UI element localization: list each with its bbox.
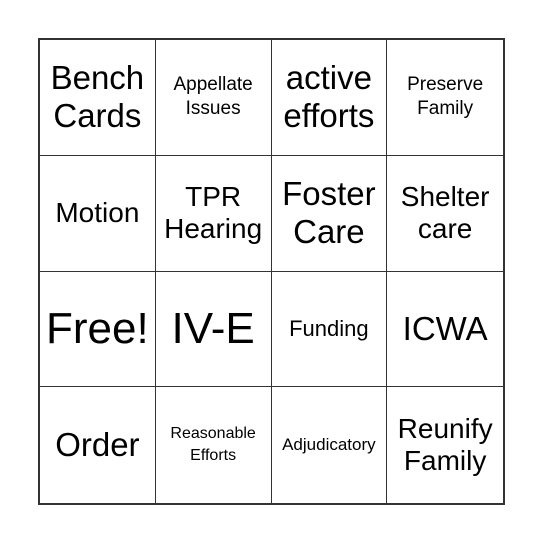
bingo-cell[interactable]: Appellate Issues xyxy=(155,40,272,156)
cell-label: Shelter care xyxy=(400,180,490,245)
bingo-cell[interactable]: ICWA xyxy=(387,272,503,388)
cell-label: Preserve Family xyxy=(407,73,484,120)
cell-label: Reasonable Efforts xyxy=(170,424,256,465)
cell-label: Appellate Issues xyxy=(173,73,253,120)
cell-label: Foster Care xyxy=(282,175,376,251)
cell-label: Reunify Family xyxy=(397,412,493,477)
bingo-cell-free[interactable]: Free! xyxy=(40,271,156,388)
bingo-board: Bench Cards Appellate Issues active effo… xyxy=(38,38,505,505)
bingo-cell[interactable]: Reunify Family xyxy=(387,387,503,503)
cell-label: Bench Cards xyxy=(50,59,145,135)
cell-label: Funding xyxy=(289,316,369,342)
bingo-cell[interactable]: Foster Care xyxy=(271,155,388,272)
bingo-cell[interactable]: Funding xyxy=(271,271,388,388)
bingo-cell[interactable]: Motion xyxy=(40,155,156,272)
bingo-cell[interactable]: Order xyxy=(40,387,156,503)
cell-label: Adjudicatory xyxy=(282,435,376,455)
bingo-cell[interactable]: Adjudicatory xyxy=(272,387,388,503)
cell-label: Motion xyxy=(55,197,140,229)
bingo-cell[interactable]: Reasonable Efforts xyxy=(156,387,272,503)
bingo-cell[interactable]: IV-E xyxy=(155,271,272,388)
bingo-cell[interactable]: Shelter care xyxy=(387,156,503,272)
bingo-cell[interactable]: Bench Cards xyxy=(40,40,156,156)
cell-label: Free! xyxy=(46,303,149,353)
bingo-cell[interactable]: active efforts xyxy=(271,40,388,156)
cell-label: active efforts xyxy=(283,59,375,135)
bingo-cell[interactable]: TPR Hearing xyxy=(155,155,272,272)
cell-label: TPR Hearing xyxy=(164,180,263,245)
cell-label: IV-E xyxy=(171,303,255,353)
bingo-cell[interactable]: Preserve Family xyxy=(387,40,503,156)
cell-label: ICWA xyxy=(402,309,488,347)
cell-label: Order xyxy=(55,426,140,464)
